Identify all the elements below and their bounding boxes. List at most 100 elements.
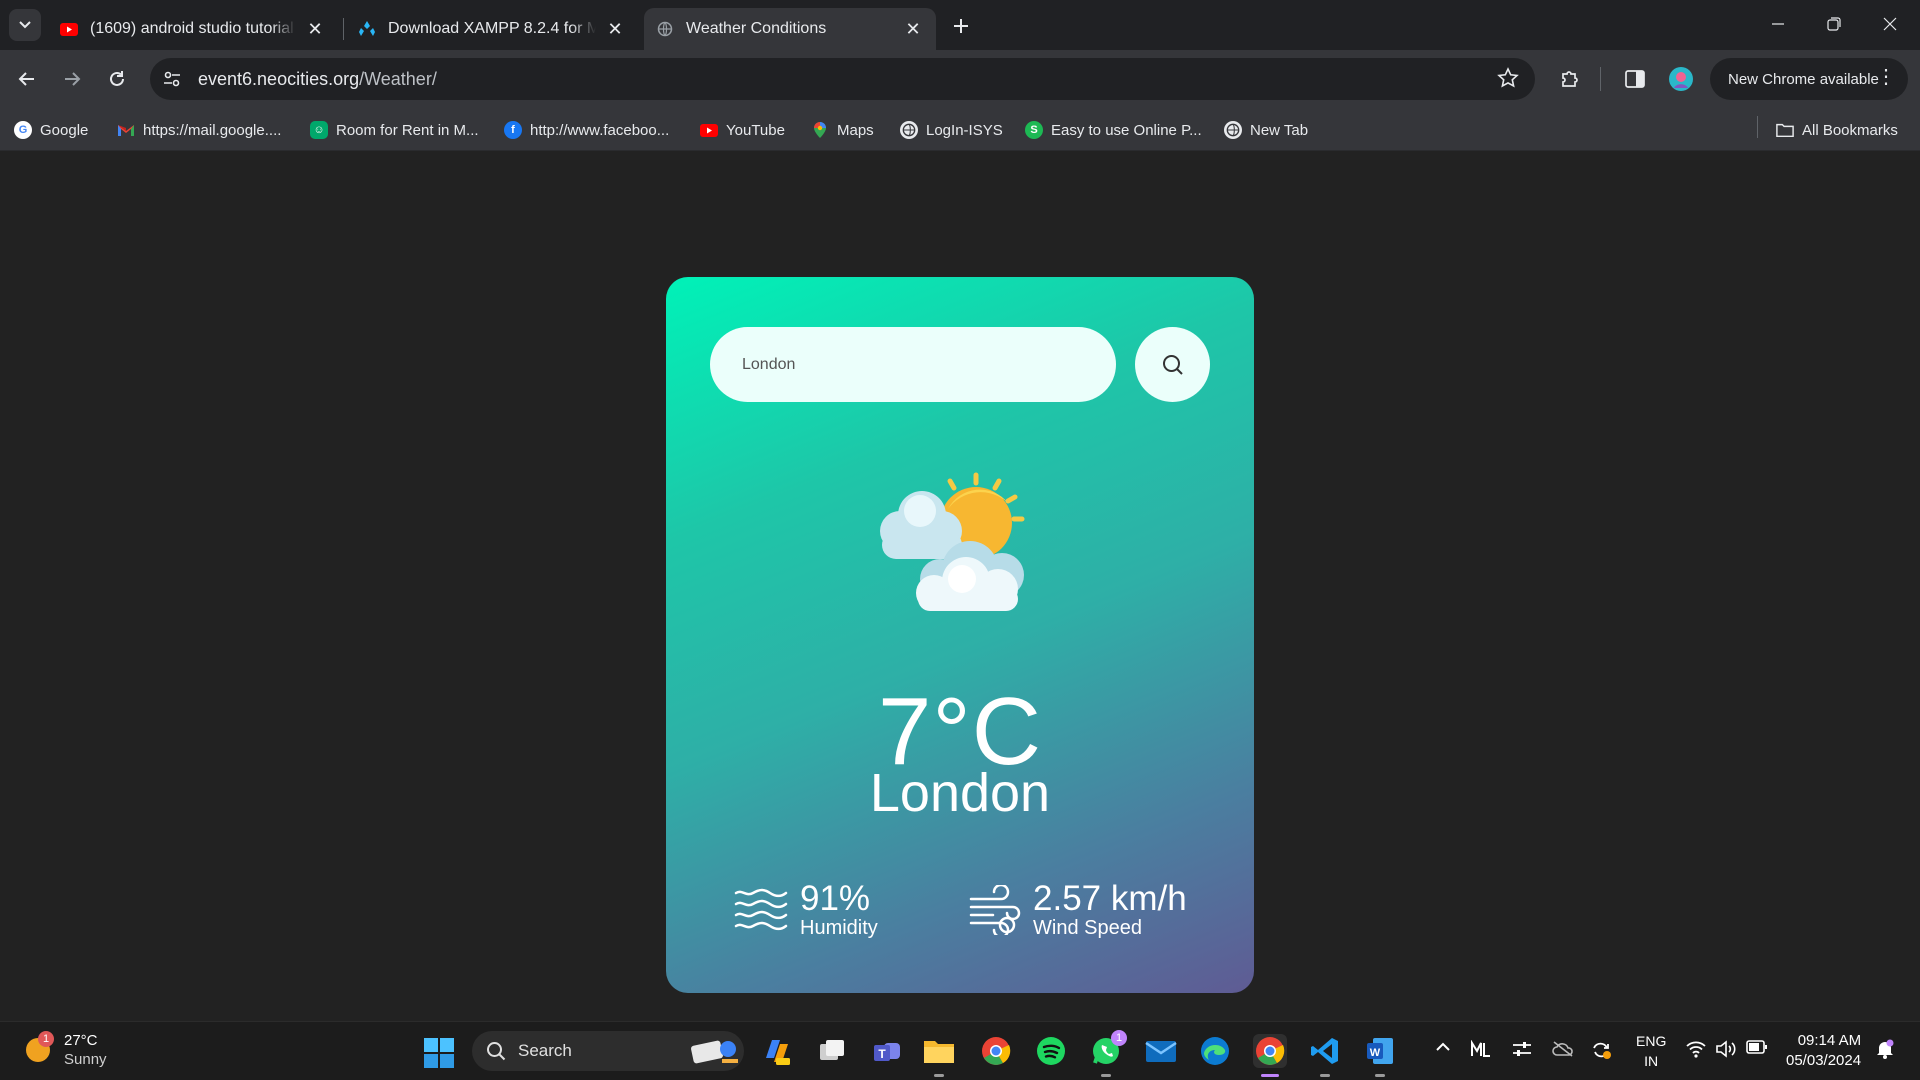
address-bar[interactable]: event6.neocities.org/Weather/ <box>150 58 1535 100</box>
room-icon: ☺ <box>310 121 328 139</box>
file-explorer-app[interactable] <box>922 1034 956 1077</box>
new-tab-button[interactable] <box>947 12 975 40</box>
battery-icon[interactable] <box>1746 1040 1768 1058</box>
tab-divider <box>343 18 344 40</box>
youtube-icon <box>700 121 718 139</box>
close-window-button[interactable] <box>1862 0 1918 48</box>
start-button[interactable] <box>424 1038 454 1073</box>
tray-app-icon[interactable] <box>1470 1039 1492 1062</box>
task-view-icon <box>820 1040 844 1060</box>
tab-weather-conditions[interactable]: Weather Conditions ✕ <box>644 8 936 50</box>
minimize-button[interactable] <box>1750 0 1806 48</box>
side-panel-button[interactable] <box>1618 62 1652 96</box>
tray-settings-sliders-icon[interactable] <box>1512 1040 1532 1062</box>
bookmark-label: Easy to use Online P... <box>1051 121 1202 139</box>
svg-text:T: T <box>878 1047 886 1061</box>
search-icon <box>487 1042 506 1061</box>
vscode-app[interactable] <box>1308 1034 1342 1077</box>
search-highlight-icon <box>691 1040 738 1064</box>
tab-search-button[interactable] <box>9 9 41 41</box>
tab-xampp[interactable]: Download XAMPP 8.2.4 for Mac ✕ <box>346 8 638 50</box>
city-name: London <box>869 763 1051 823</box>
edge-app[interactable] <box>1198 1034 1232 1068</box>
task-view-app[interactable] <box>815 1034 849 1068</box>
maps-icon <box>811 121 829 139</box>
language-indicator[interactable]: ENG IN <box>1636 1031 1666 1071</box>
mail-icon <box>1145 1041 1177 1062</box>
taskbar-weather-widget[interactable]: 1 27°C Sunny <box>26 1031 107 1069</box>
spotify-app[interactable] <box>1034 1034 1068 1068</box>
restore-button[interactable] <box>1806 0 1862 48</box>
running-indicator <box>1320 1074 1330 1077</box>
bookmark-star-icon[interactable] <box>1497 67 1519 94</box>
word-app[interactable]: W <box>1363 1034 1397 1077</box>
tray-sync-icon[interactable] <box>1590 1040 1612 1064</box>
bookmark-youtube[interactable]: YouTube <box>700 117 785 143</box>
bookmark-new-tab[interactable]: New Tab <box>1224 117 1308 143</box>
tray-chevron-up-icon[interactable] <box>1434 1040 1452 1058</box>
browser-toolbar: event6.neocities.org/Weather/ New Chrome… <box>0 50 1920 108</box>
bookmark-room-for-rent[interactable]: ☺ Room for Rent in M... <box>310 117 479 143</box>
arrow-left-icon <box>18 72 34 86</box>
more-menu-icon[interactable]: ⋮ <box>1876 67 1896 87</box>
lang-line-2: IN <box>1644 1053 1659 1069</box>
close-icon[interactable]: ✕ <box>304 18 326 40</box>
gmail-icon <box>117 121 135 139</box>
site-info-icon[interactable] <box>160 67 184 91</box>
city-search-input[interactable] <box>710 327 1116 402</box>
partly-cloudy-icon <box>880 472 1025 611</box>
search-icon <box>1162 354 1183 375</box>
tab-youtube[interactable]: (1609) android studio tutorial in ✕ <box>48 8 338 50</box>
all-bookmarks[interactable]: All Bookmarks <box>1776 117 1898 143</box>
svg-text:W: W <box>1370 1047 1381 1059</box>
close-icon[interactable]: ✕ <box>604 18 626 40</box>
forward-button[interactable] <box>55 62 89 96</box>
volume-icon[interactable] <box>1715 1040 1737 1062</box>
chrome-app-active[interactable] <box>1253 1034 1287 1077</box>
weather-condition: Sunny <box>64 1051 107 1068</box>
bookmark-maps[interactable]: Maps <box>811 117 874 143</box>
vscode-icon <box>1311 1038 1338 1064</box>
notification-badge: 1 <box>1111 1030 1127 1046</box>
back-button[interactable] <box>10 62 44 96</box>
tab-title: Weather Conditions <box>686 20 827 37</box>
bookmark-label: http://www.faceboo... <box>530 121 670 139</box>
taskbar-search-label: Search <box>518 1041 572 1060</box>
tab-title: (1609) android studio tutorial in <box>90 20 296 37</box>
url-text[interactable]: event6.neocities.org/Weather/ <box>198 69 437 90</box>
taskbar-search[interactable]: Search <box>472 1031 744 1071</box>
puzzle-icon <box>1562 71 1578 87</box>
bookmark-label: https://mail.google.... <box>143 121 282 139</box>
teams-app[interactable]: T <box>870 1034 904 1068</box>
bookmarks-bar: G Google https://mail.google.... ☺ Room … <box>0 108 1920 151</box>
wifi-icon[interactable] <box>1686 1040 1706 1062</box>
weather-card: 7°C London 91% Humidity <box>666 277 1254 993</box>
edge-icon <box>1201 1037 1229 1065</box>
bookmark-label: New Tab <box>1250 121 1309 139</box>
system-clock[interactable]: 09:14 AM 05/03/2024 <box>1786 1031 1861 1071</box>
bookmark-google[interactable]: G Google <box>14 117 88 143</box>
extensions-button[interactable] <box>1553 62 1587 96</box>
close-icon[interactable]: ✕ <box>902 18 924 40</box>
bookmark-login-isys[interactable]: LogIn-ISYS <box>900 117 1003 143</box>
search-button[interactable] <box>1135 327 1210 402</box>
new-chrome-available-button[interactable]: New Chrome available ⋮ <box>1710 58 1908 100</box>
bookmark-gmail[interactable]: https://mail.google.... <box>117 117 281 143</box>
reload-button[interactable] <box>100 62 134 96</box>
chrome-app[interactable] <box>979 1034 1013 1068</box>
tray-onedrive-icon[interactable] <box>1551 1040 1575 1062</box>
bookmark-easy-online[interactable]: S Easy to use Online P... <box>1025 117 1202 143</box>
copilot-app[interactable] <box>760 1034 794 1068</box>
whatsapp-app[interactable]: 1 <box>1089 1030 1127 1077</box>
humidity-icon <box>734 888 788 931</box>
wind-label: Wind Speed <box>1033 917 1142 939</box>
mail-app[interactable] <box>1144 1034 1178 1068</box>
copilot-icon <box>766 1040 790 1065</box>
bookmark-label: Google <box>40 121 89 139</box>
folder-icon <box>924 1041 954 1063</box>
notification-bell-icon[interactable] <box>1876 1039 1894 1063</box>
close-icon <box>1883 17 1897 31</box>
youtube-icon <box>60 20 78 38</box>
profile-avatar[interactable] <box>1664 62 1698 96</box>
bookmark-facebook[interactable]: f http://www.faceboo... <box>504 117 669 143</box>
